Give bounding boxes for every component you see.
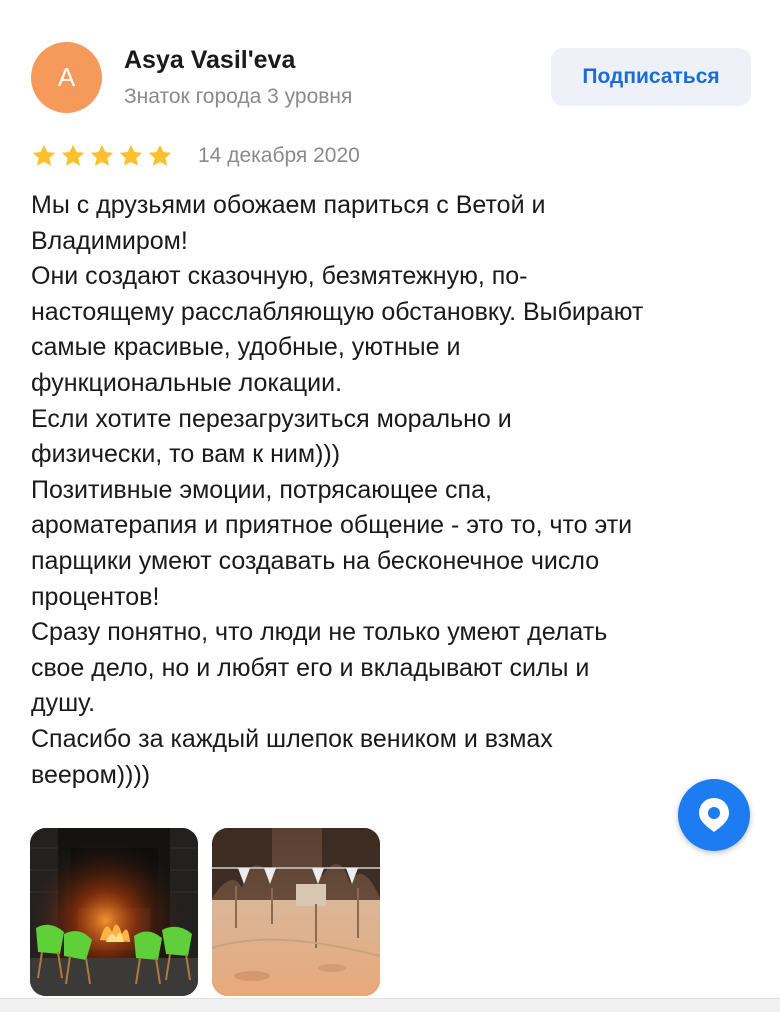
map-pin-icon bbox=[699, 798, 729, 832]
review-line: парщики умеют создавать на бесконечное ч… bbox=[31, 546, 600, 575]
review-line: Сразу понятно, что люди не только умеют … bbox=[31, 618, 608, 647]
review-line: функциональные локации. bbox=[31, 368, 343, 397]
review-line: свое дело, но и любят его и вкладывают с… bbox=[31, 653, 590, 682]
star-icon bbox=[148, 144, 172, 166]
review-line: Если хотите перезагрузиться морально и bbox=[31, 404, 512, 433]
bottom-divider bbox=[0, 998, 780, 1012]
review-line: физически, то вам к ним))) bbox=[31, 440, 341, 469]
star-icon bbox=[119, 144, 143, 166]
author-name[interactable]: Asya Vasil'eva bbox=[124, 46, 295, 75]
review-text: Мы с друзьями обожаем париться с Ветой и… bbox=[31, 188, 761, 793]
fireplace-chairs-photo bbox=[30, 828, 198, 996]
review-line: Спасибо за каждый шлепок веником и взмах bbox=[31, 724, 553, 753]
snowy-yard-photo bbox=[212, 828, 380, 996]
review-photo-2[interactable] bbox=[212, 828, 380, 996]
star-icon bbox=[90, 144, 114, 166]
review-line: Владимиром! bbox=[31, 226, 188, 255]
review-line: Они создают сказочную, безмятежную, по- bbox=[31, 262, 528, 291]
star-icon bbox=[32, 144, 56, 166]
review-line: Позитивные эмоции, потрясающее спа, bbox=[31, 475, 492, 504]
review-line: Мы с друзьями обожаем париться с Ветой и bbox=[31, 191, 546, 219]
review-line: процентов! bbox=[31, 582, 160, 611]
review-photo-1[interactable] bbox=[30, 828, 198, 996]
map-button[interactable] bbox=[678, 779, 750, 851]
avatar[interactable]: A bbox=[31, 42, 102, 113]
review-line: веером)))) bbox=[31, 760, 151, 789]
review-line: ароматерапия и приятное общение - это то… bbox=[31, 511, 633, 540]
review-line: настоящему расслабляющую обстановку. Выб… bbox=[31, 297, 644, 326]
rating-stars bbox=[30, 142, 174, 170]
star-icon bbox=[61, 144, 85, 166]
subscribe-button[interactable]: Подписаться bbox=[551, 48, 751, 106]
avatar-letter: A bbox=[57, 62, 76, 92]
review-line: самые красивые, удобные, уютные и bbox=[31, 333, 461, 362]
author-level: Знаток города 3 уровня bbox=[124, 85, 353, 108]
review-line: душу. bbox=[31, 689, 96, 718]
review-date: 14 декабря 2020 bbox=[198, 144, 360, 167]
